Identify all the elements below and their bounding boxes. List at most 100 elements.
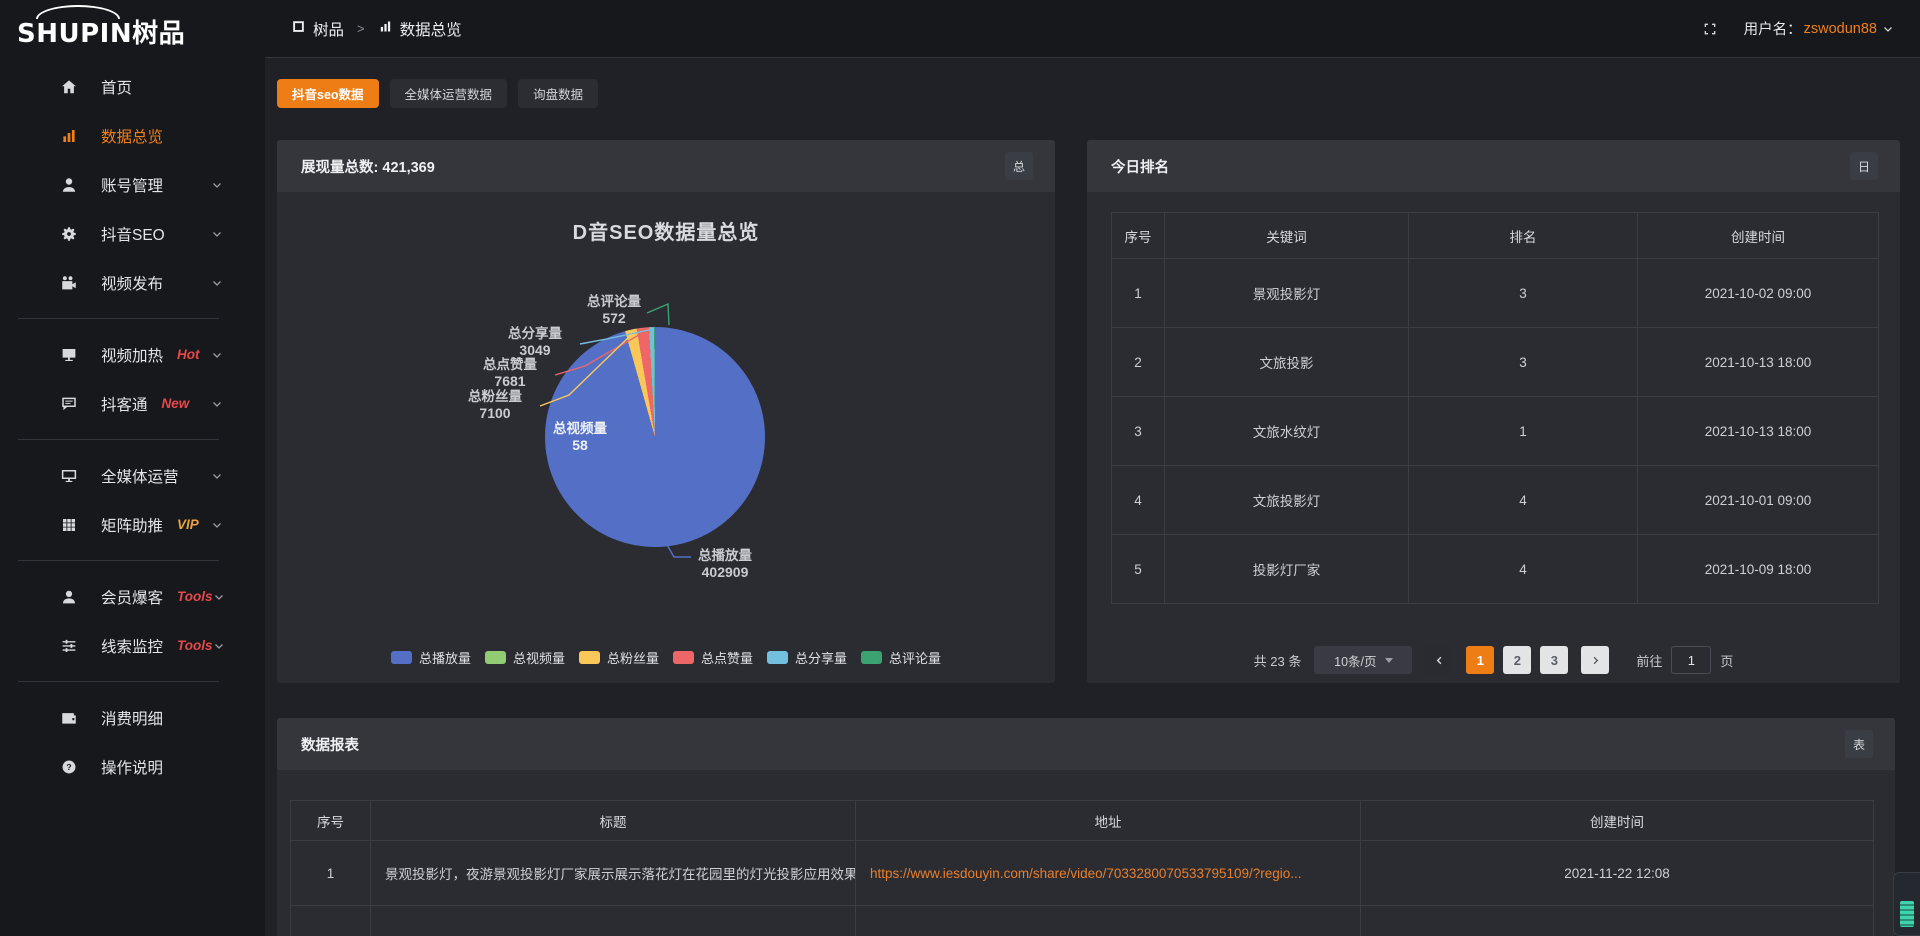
sidebar-item-douyin-seo[interactable]: 抖音SEO [0,209,265,258]
sidebar-item-data-overview[interactable]: 数据总览 [0,111,265,160]
video-link[interactable]: https://www.iesdouyin.com/share/video/70… [870,866,1302,881]
breadcrumb-label: 数据总览 [400,18,462,40]
legend-item-3[interactable]: 总点赞量 [673,648,753,667]
breadcrumb-item-data-overview[interactable]: 数据总览 [378,18,462,40]
table-cell: 文旅投影 [1165,328,1409,397]
table-row-partial [291,906,1874,936]
tab-0[interactable]: 抖音seo数据 [277,79,379,108]
daily-view-badge[interactable]: 日 [1850,152,1878,180]
legend-swatch [861,651,882,664]
goto-page-label: 前往 [1636,651,1662,670]
ranking-panel-header: 今日排名 日 [1087,140,1900,192]
sidebar-divider [18,439,219,440]
report-table: 序号标题地址创建时间 1 景观投影灯，夜游景观投影灯厂家展示展示落花灯在花园里的… [290,800,1874,936]
goto-page-input[interactable] [1671,646,1711,674]
table-view-badge[interactable]: 表 [1845,730,1873,758]
column-header: 关键词 [1165,213,1409,259]
page-button-1[interactable]: 1 [1466,646,1494,674]
select-caret-icon [1385,658,1393,663]
logo-arc-decoration [36,5,120,19]
legend-label: 总视频量 [513,648,565,667]
floating-widget[interactable] [1893,872,1920,936]
sidebar-item-tag: New [162,396,190,411]
sidebar-item-media-operation[interactable]: 全媒体运营 [0,451,265,500]
pie-chart-area: D音SEO数据量总览 总播放量402909总视频量58总粉丝量7100总点赞量7… [277,192,1055,683]
table-cell: 投影灯厂家 [1165,535,1409,604]
tab-2[interactable]: 询盘数据 [518,79,598,108]
legend-swatch [673,651,694,664]
sidebar-item-account-manage[interactable]: 账号管理 [0,160,265,209]
column-header: 标题 [371,801,856,841]
app-screen: SHUPIN树品 首页数据总览账号管理抖音SEO视频发布视频加热Hot抖客通Ne… [0,0,1920,936]
table-cell: 3 [1112,397,1165,466]
chevron-down-icon [213,591,225,603]
report-panel-title: 数据报表 [301,734,359,755]
column-header: 排名 [1409,213,1638,259]
column-header: 地址 [856,801,1361,841]
legend-item-4[interactable]: 总分享量 [767,648,847,667]
legend-item-2[interactable]: 总粉丝量 [579,648,659,667]
legend-item-0[interactable]: 总播放量 [391,648,471,667]
sidebar-item-tag: VIP [177,517,199,532]
table-row: 5投影灯厂家42021-10-09 18:00 [1112,535,1879,604]
sidebar-item-doukertong[interactable]: 抖客通 New [0,379,265,428]
prev-page-button[interactable] [1425,646,1453,674]
sidebar-menu: 首页数据总览账号管理抖音SEO 视频发布视频加热Hot 抖客通 New 全媒体运营矩阵助… [0,62,265,791]
video-url: https://www.iesdouyin.com/share/video/70… [856,841,1361,906]
sliders-icon [60,637,78,655]
table-cell: 4 [1409,535,1638,604]
tab-1[interactable]: 全媒体运营数据 [390,79,508,108]
table-cell: 1 [1409,397,1638,466]
table-cell: 4 [1409,466,1638,535]
table-cell: 景观投影灯 [1165,259,1409,328]
sidebar-item-label: 抖客通 [101,393,148,415]
sidebar-item-clue-monitor[interactable]: 线索监控Tools [0,621,265,670]
legend-label: 总点赞量 [701,648,753,667]
sidebar-item-home[interactable]: 首页 [0,62,265,111]
pie-label-2: 总粉丝量7100 [435,389,555,421]
pie-label-4: 总分享量3049 [475,326,595,358]
sidebar-item-label: 账号管理 [101,174,163,196]
sidebar-item-label: 矩阵助推 [101,514,163,536]
sidebar-item-video-heat[interactable]: 视频加热Hot [0,330,265,379]
sidebar-item-tag: Tools [177,589,213,604]
table-cell: 3 [1409,259,1638,328]
sidebar-item-label: 视频发布 [101,272,163,294]
next-page-button[interactable] [1581,646,1609,674]
page-size-select[interactable]: 10条/页 [1314,646,1412,674]
column-header: 创建时间 [1638,213,1879,259]
column-header: 序号 [291,801,371,841]
video-icon [60,274,78,292]
table-cell: 2 [1112,328,1165,397]
table-cell: 3 [1409,328,1638,397]
sidebar-item-matrix-boost[interactable]: 矩阵助推 VIP [0,500,265,549]
breadcrumb-item-shupin[interactable]: 树品 [291,18,344,40]
page-button-3[interactable]: 3 [1540,646,1568,674]
sidebar-item-label: 全媒体运营 [101,465,179,487]
breadcrumb-label: 树品 [313,18,344,40]
username-value[interactable]: zswodun88 [1804,21,1877,37]
sidebar-item-video-publish[interactable]: 视频发布 [0,258,265,307]
sidebar-item-consumption-detail[interactable]: 消费明细 [0,693,265,742]
created-time: 2021-11-22 12:08 [1361,841,1874,906]
legend-item-5[interactable]: 总评论量 [861,648,941,667]
chevron-down-icon[interactable] [1882,23,1894,35]
sidebar-item-member-burst[interactable]: 会员爆客Tools [0,572,265,621]
row-index: 1 [291,841,371,906]
legend-item-1[interactable]: 总视频量 [485,648,565,667]
chart-title: D音SEO数据量总览 [277,216,1055,245]
sidebar-item-label: 抖音SEO [101,223,165,245]
fullscreen-icon[interactable] [1702,21,1718,37]
ranking-panel-title: 今日排名 [1111,156,1169,177]
sidebar-item-label: 消费明细 [101,707,163,729]
sidebar-item-label: 数据总览 [101,125,163,147]
table-cell: 4 [1112,466,1165,535]
legend-swatch [579,651,600,664]
total-view-badge[interactable]: 总 [1005,152,1033,180]
chevron-down-icon [211,398,223,410]
floating-widget-stripes [1900,901,1914,927]
sidebar-item-instructions[interactable]: ?操作说明 [0,742,265,791]
page-button-2[interactable]: 2 [1503,646,1531,674]
chevron-down-icon [211,179,223,191]
question-icon: ? [60,758,78,776]
